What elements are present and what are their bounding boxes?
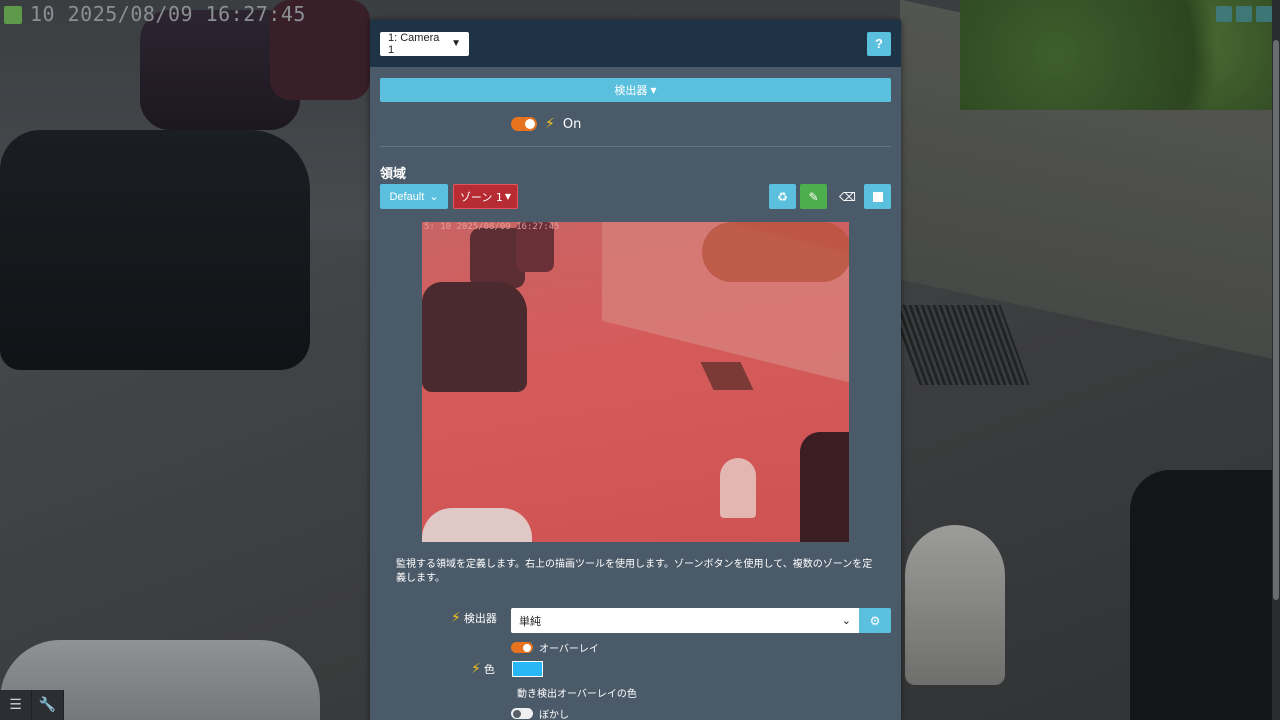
lock-icon[interactable] [4,6,22,24]
sliders-icon[interactable]: ☰ [0,690,32,720]
eraser-icon: ⌫ [839,189,856,204]
bolt-icon: ⚡ [545,116,555,132]
bottom-toolbar: ☰ 🔧 [0,690,64,720]
zone-button[interactable]: ゾーン 1 ▼ [453,184,518,209]
camera-select[interactable]: 1: Camera 1 ▼ [380,31,469,56]
recycle-tool-button[interactable]: ♻ [769,184,796,209]
fill-tool-button[interactable] [864,184,891,209]
blur-label: ぼかし [539,710,569,720]
region-title: 領域 [380,167,407,182]
detector-field-label-text: 検出器 [463,612,497,625]
color-field-label: ⚡ 色 [471,661,495,677]
zone-label: ゾーン 1 [459,190,503,204]
color-picker-swatch[interactable] [512,661,543,677]
feed-timestamp: 10 2025/08/09 16:27:45 [30,2,306,26]
power-row: ⚡ On [511,116,581,132]
brush-tool-button[interactable]: ✎ [800,184,827,209]
window-icon[interactable] [1256,6,1272,22]
zone-toolbar: Default ⌄ ゾーン 1 ▼ ♻ ✎ ⌫ [380,184,891,210]
chevron-down-icon: ▼ [451,38,461,49]
feed-top-right-icons [1216,6,1272,22]
overlay-toggle[interactable] [511,642,533,653]
blur-toggle[interactable] [511,708,533,719]
recycle-icon: ♻ [777,189,788,204]
chevron-down-icon: ⌄ [841,614,851,627]
default-preset-label: Default [389,190,425,203]
detector-settings-button[interactable]: ⚙ [859,608,891,633]
detector-menu-label: 検出器 [614,84,648,97]
chevron-down-icon: ⌄ [429,191,439,203]
region-help-text: 監視する領域を定義します。右上の描画ツールを使用します。ゾーンボタンを使用して、… [396,559,873,584]
bolt-icon: ⚡ [471,661,481,677]
blur-row: ぼかし [511,706,569,720]
preview-car [800,432,849,542]
overlay-label: オーバーレイ [539,644,599,655]
scrollbar-thumb[interactable] [1273,40,1279,600]
power-state-label: On [562,116,582,132]
preview-timestamp: 5: 10 2025/08/09 16:27:45 [424,222,560,232]
preview-post [720,458,756,518]
default-preset-button[interactable]: Default ⌄ [380,184,448,209]
caret-down-icon: ▼ [504,192,512,201]
caret-down-icon: ▼ [650,85,657,95]
brush-icon: ✎ [808,189,819,204]
window-icon[interactable] [1216,6,1232,22]
detector-field-label: ⚡ 検出器 [451,610,497,626]
square-icon [872,191,883,202]
camera-select-value: 1: Camera 1 [388,31,440,56]
gears-icon: ⚙ [869,613,881,628]
panel-header: 1: Camera 1 ▼ ? [370,20,901,67]
bolt-icon: ⚡ [451,610,461,626]
motion-settings-panel: 1: Camera 1 ▼ ? 検出器 ▼ ⚡ On 領域 Default ⌄ … [370,20,901,720]
window-icon[interactable] [1236,6,1252,22]
preview-grate [700,362,754,390]
divider [380,146,891,147]
page-scrollbar[interactable] [1272,0,1280,720]
detector-select-value: 単純 [519,614,541,628]
power-toggle[interactable] [511,117,537,131]
zone-preview-canvas[interactable]: 5: 10 2025/08/09 16:27:45 [422,222,849,542]
overlay-row: オーバーレイ [511,640,599,655]
color-field-label-text: 色 [483,663,495,676]
preview-car [422,508,532,542]
wrench-icon[interactable]: 🔧 [32,690,64,720]
color-description: 動き検出オーバーレイの色 [517,689,637,700]
help-button[interactable]: ? [867,31,891,56]
preview-bush [702,222,849,282]
eraser-tool-button[interactable]: ⌫ [834,184,861,209]
preview-car [422,282,527,392]
detector-menu-button[interactable]: 検出器 ▼ [380,78,891,102]
detector-select[interactable]: 単純 ⌄ [511,608,859,633]
